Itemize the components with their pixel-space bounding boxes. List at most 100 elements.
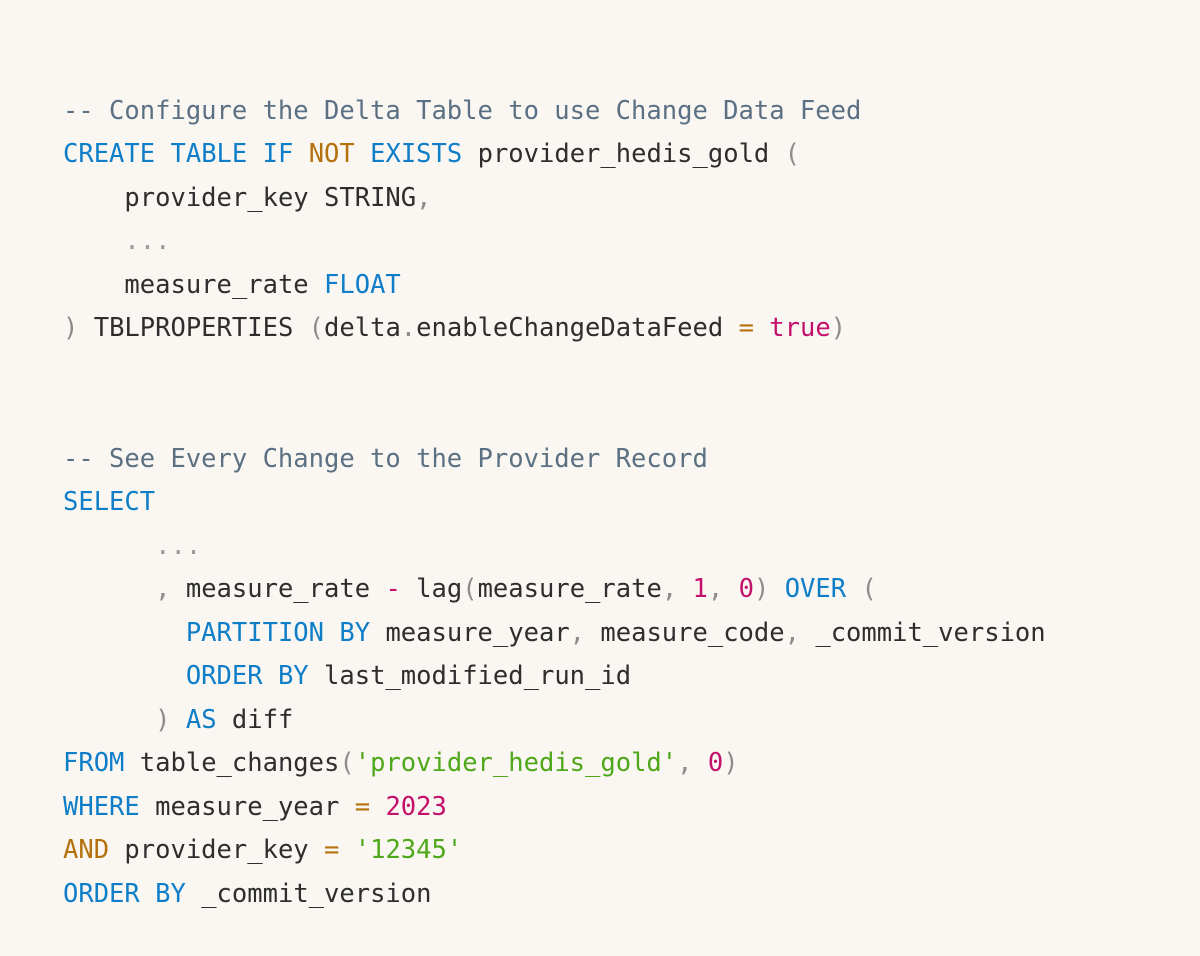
code-token: ) (830, 313, 847, 343)
code-token: = (354, 791, 371, 822)
code-token: _commit_version (201, 878, 432, 909)
code-token: ( (308, 313, 325, 343)
code-token: TABLE (170, 139, 248, 169)
code-token: last_modified_run_id (324, 661, 632, 691)
code-token: AS (185, 704, 217, 735)
code-token: measure_year (385, 617, 570, 648)
code-token: -- Configure the Delta Table to use Chan… (63, 95, 862, 126)
code-line: AND provider_key = '12345' (63, 829, 1163, 873)
code-token: ( (784, 139, 801, 169)
code-token: OVER (784, 574, 847, 604)
code-token: measure_rate (477, 574, 662, 604)
code-line: ) AS diff (63, 699, 1163, 743)
code-line: -- See Every Change to the Provider Reco… (63, 438, 1163, 482)
code-line: CREATE TABLE IF NOT EXISTS provider_hedi… (63, 133, 1163, 177)
code-line: ... (63, 525, 1163, 569)
code-token: = (738, 313, 754, 343)
code-token: AND (63, 835, 110, 865)
code-token: provider_key (124, 182, 309, 213)
code-token: lag (416, 574, 463, 604)
code-token: measure_rate (124, 269, 309, 300)
code-token: = (324, 835, 340, 865)
code-token: ) (155, 704, 171, 735)
code-token: ... (124, 226, 171, 256)
code-token: measure_year (155, 791, 340, 822)
code-token: , (677, 748, 708, 778)
code-token: ( (462, 574, 478, 604)
code-line: ... (63, 220, 1163, 264)
code-line: ORDER BY last_modified_run_id (63, 655, 1163, 699)
code-token: ( (861, 574, 877, 604)
code-token: FROM (63, 748, 125, 778)
code-token: PARTITION (185, 617, 324, 648)
code-token: . (400, 313, 417, 343)
code-token: provider_key (124, 835, 309, 865)
code-line: -- Configure the Delta Table to use Chan… (63, 90, 1163, 134)
code-token: BY (277, 661, 309, 691)
code-line: , measure_rate - lag(measure_rate, 1, 0)… (63, 568, 1163, 612)
code-token: measure_rate (185, 574, 371, 604)
code-line: provider_key STRING, (63, 177, 1163, 221)
code-token: table_changes (139, 748, 340, 778)
code-token: , (124, 574, 186, 604)
code-token: SELECT (63, 487, 156, 517)
code-token: provider_hedis_gold (477, 139, 770, 169)
code-token: measure_code (600, 617, 785, 648)
code-token: 0 (707, 748, 724, 778)
code-token: BY (155, 878, 186, 909)
code-token: STRING (324, 182, 417, 213)
code-line: PARTITION BY measure_year, measure_code,… (63, 612, 1163, 656)
code-token: BY (339, 617, 371, 648)
code-token: ) (63, 313, 79, 343)
code-token: WHERE (63, 791, 140, 822)
code-token: , (661, 574, 693, 604)
code-line: ORDER BY _commit_version (63, 873, 1163, 917)
code-token: 'provider_hedis_gold' (354, 748, 678, 778)
code-line: ) TBLPROPERTIES (delta.enableChangeDataF… (63, 307, 1163, 351)
code-token: 1 (692, 574, 708, 604)
code-token: diff (231, 704, 294, 735)
code-token: _commit_version (815, 617, 1046, 648)
code-line: WHERE measure_year = 2023 (63, 786, 1163, 830)
code-token: , (707, 574, 739, 604)
code-token: - (385, 574, 401, 604)
sql-code-block: -- Configure the Delta Table to use Chan… (63, 90, 1163, 917)
code-token: -- See Every Change to the Provider Reco… (63, 443, 708, 474)
code-token: CREATE (63, 139, 156, 169)
code-token: ) (723, 748, 739, 778)
code-token: true (769, 313, 831, 343)
code-token: FLOAT (324, 269, 401, 300)
